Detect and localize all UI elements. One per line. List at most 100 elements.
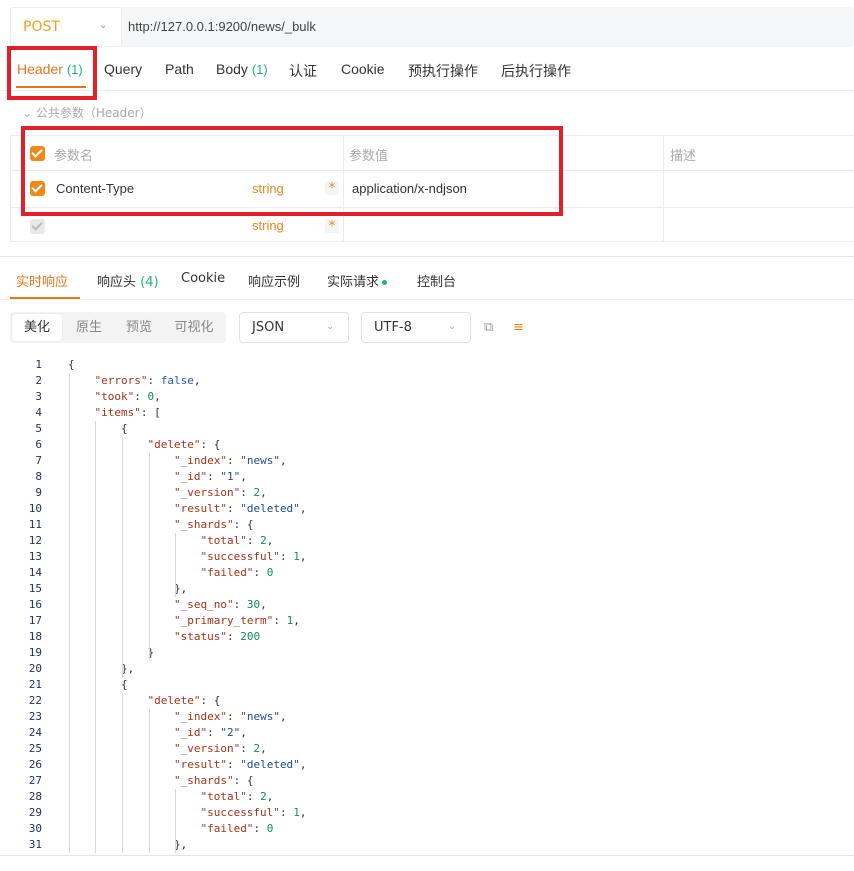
line-number: 17: [28, 614, 42, 627]
code-line: "_index": "news",: [173, 454, 287, 467]
indent-guide: [122, 437, 123, 677]
wrap-lines-icon[interactable]: ≡: [513, 320, 524, 335]
format-select[interactable]: JSON ⌄: [239, 312, 349, 343]
code-line: {: [68, 422, 128, 435]
line-number: 20: [28, 662, 42, 675]
line-number: 27: [28, 774, 42, 787]
view-preview[interactable]: 预览: [114, 312, 164, 343]
line-number: 11: [28, 518, 42, 531]
code-line: "total": 2,: [200, 534, 274, 547]
code-line: "failed": 0: [200, 566, 274, 579]
line-number: 23: [28, 710, 42, 723]
chevron-down-icon: ⌄: [448, 321, 457, 332]
indent-guide: [149, 453, 150, 661]
row-checkbox[interactable]: [30, 219, 45, 234]
line-number: 15: [28, 582, 42, 595]
line-number: 12: [28, 534, 42, 547]
code-line: },: [68, 838, 188, 851]
line-number: 10: [28, 502, 42, 515]
required-marker[interactable]: *: [325, 219, 339, 234]
code-line: "failed": 0: [200, 822, 274, 835]
indent-guide: [95, 421, 96, 853]
line-number: 16: [28, 598, 42, 611]
code-line: {: [68, 678, 128, 691]
code-line: "_version": 2,: [173, 742, 267, 755]
line-number: 8: [35, 470, 42, 483]
method-select[interactable]: POST ⌄: [10, 7, 122, 47]
line-number: 31: [28, 838, 42, 851]
code-line: "errors": false,: [94, 374, 201, 387]
line-number: 24: [28, 726, 42, 739]
indent-guide: [122, 693, 123, 853]
code-line: "_index": "news",: [173, 710, 287, 723]
line-number: 9: [35, 486, 42, 499]
code-line: "successful": 1,: [200, 806, 307, 819]
view-raw[interactable]: 原生: [64, 312, 114, 343]
code-line: }: [68, 646, 155, 659]
indent-guide: [175, 789, 176, 853]
tab-body[interactable]: Body (1): [216, 61, 268, 77]
common-params-toggle[interactable]: ⌄ 公共参数（Header）: [22, 104, 152, 121]
indent-guide: [149, 709, 150, 853]
view-mode-segmented: 美化 原生 预览 可视化: [10, 312, 226, 343]
code-line: "_primary_term": 1,: [173, 614, 300, 627]
line-number: 7: [35, 454, 42, 467]
line-number: 6: [35, 438, 42, 451]
code-line: "_seq_no": 30,: [173, 598, 267, 611]
line-number: 5: [35, 422, 42, 435]
line-number: 30: [28, 822, 42, 835]
tab-console[interactable]: 控制台: [417, 271, 456, 290]
code-line: "items": [: [94, 406, 161, 419]
line-number: 4: [35, 406, 42, 419]
code-line: "delete": {: [147, 694, 221, 707]
tab-query[interactable]: Query: [104, 61, 142, 77]
indent-guide: [175, 533, 176, 597]
line-number: 18: [28, 630, 42, 643]
tab-path[interactable]: Path: [165, 61, 194, 77]
code-line: "result": "deleted",: [173, 758, 307, 771]
code-line: "_version": 2,: [173, 486, 267, 499]
tab-response-cookie[interactable]: Cookie: [181, 271, 225, 286]
chevron-down-icon: ⌄: [99, 20, 108, 31]
line-number: 1: [35, 358, 42, 371]
bottom-divider: [0, 855, 854, 856]
code-line: "status": 200: [173, 630, 261, 643]
encoding-select[interactable]: UTF-8 ⌄: [361, 312, 471, 343]
code-line: "delete": {: [147, 438, 221, 451]
line-number: 29: [28, 806, 42, 819]
tab-pre-script[interactable]: 预执行操作: [408, 61, 478, 81]
tabs-divider: [0, 90, 854, 91]
format-value: JSON: [252, 320, 285, 335]
tab-post-script[interactable]: 后执行操作: [501, 61, 571, 81]
code-line: "total": 2,: [200, 790, 274, 803]
code-line: "result": "deleted",: [173, 502, 307, 515]
code-line: {: [68, 358, 75, 371]
column-header-desc: 描述: [670, 149, 697, 164]
tab-auth[interactable]: 认证: [289, 61, 317, 81]
line-number: 3: [35, 390, 42, 403]
tab-actual-request[interactable]: 实际请求: [327, 271, 388, 290]
line-number: 13: [28, 550, 42, 563]
line-number: 25: [28, 742, 42, 755]
tab-response-example[interactable]: 响应示例: [248, 271, 300, 290]
code-line: "took": 0,: [94, 390, 161, 403]
line-number: 22: [28, 694, 42, 707]
url-input[interactable]: http://127.0.0.1:9200/news/_bulk: [128, 19, 316, 34]
param-type[interactable]: string: [252, 218, 284, 233]
line-number: 26: [28, 758, 42, 771]
tab-realtime-response[interactable]: 实时响应: [16, 271, 68, 290]
method-label: POST: [23, 19, 60, 35]
chevron-down-icon: ⌄: [326, 321, 335, 332]
line-number: 21: [28, 678, 42, 691]
copy-icon[interactable]: ⧉: [484, 320, 493, 335]
indent-guide: [69, 373, 70, 853]
tab-cookie[interactable]: Cookie: [341, 61, 385, 77]
chevron-down-icon: ⌄: [22, 106, 33, 120]
tab-response-headers[interactable]: 响应头 (4): [97, 271, 159, 290]
highlight-box-content-type: [21, 126, 563, 216]
view-visualize[interactable]: 可视化: [164, 312, 224, 343]
line-number: 19: [28, 646, 42, 659]
response-body: 1 {2 "errors": false, 3 "took": 0, 4 "items…: [0, 355, 854, 855]
code-line: },: [68, 582, 188, 595]
view-pretty[interactable]: 美化: [12, 314, 62, 341]
